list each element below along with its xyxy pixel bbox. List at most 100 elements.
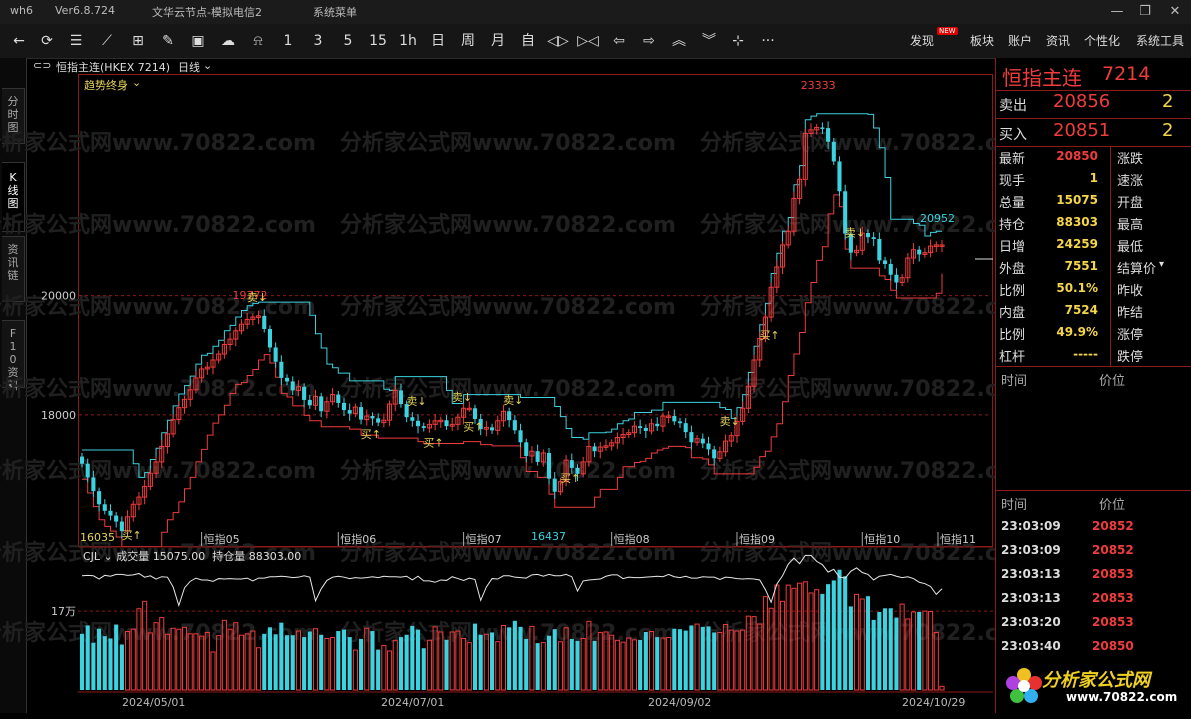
quote-row: 总量 15075 开盘 xyxy=(996,190,1191,212)
volume-bar xyxy=(284,635,290,690)
news-menu[interactable]: 资讯 xyxy=(1046,29,1070,53)
volume-bar xyxy=(535,643,540,690)
quote-row: 外盘 7551 结算价 ▾ xyxy=(996,256,1191,278)
month-label: 恒指05 xyxy=(204,532,240,546)
volume-bar xyxy=(694,623,700,691)
sell-signal: 卖↓ xyxy=(845,227,865,240)
candle-body xyxy=(535,451,540,462)
quote-row-label: 现手 xyxy=(999,174,1026,189)
start-label: 16035 xyxy=(80,531,115,544)
quote-panel: 恒指主连 7214 卖出 20856 2 买入 20851 2 最新 20850 涨… xyxy=(995,58,1191,713)
volume-bar xyxy=(381,644,387,691)
volume-bar xyxy=(466,642,472,691)
volume-bar xyxy=(557,641,563,691)
volume-bar xyxy=(262,633,267,690)
candle-body xyxy=(546,452,552,479)
candle-body xyxy=(917,249,922,255)
quote-row-label: 最新 xyxy=(999,152,1026,167)
volume-bar xyxy=(837,569,842,690)
quote-row-right-label: 速涨 xyxy=(1117,174,1144,189)
logo-text: 分析家公式网 xyxy=(1042,670,1150,691)
tick-time: 23:03:09 xyxy=(1001,519,1061,533)
tick-time: 23:03:13 xyxy=(1001,567,1061,581)
volume-bar xyxy=(79,633,85,690)
high-label: 23333 xyxy=(801,79,836,92)
oi-label: 持仓量 xyxy=(212,550,246,563)
price-col-header: 价位 xyxy=(1099,374,1126,389)
close-icon[interactable]: ✕ xyxy=(1164,2,1186,22)
sell-signal: 卖↓ xyxy=(503,394,523,407)
sub-indicator-name[interactable]: CJL xyxy=(83,550,100,563)
volume-bar xyxy=(267,627,272,690)
volume-bar xyxy=(256,647,262,691)
volume-label: 成交量 xyxy=(116,550,150,563)
volume-bar xyxy=(518,626,523,690)
quote-row-right-label: 涨停 xyxy=(1117,328,1144,343)
indicator-chevron-icon[interactable]: ⌄ xyxy=(132,76,141,89)
volume-bar xyxy=(575,640,580,690)
candle-body xyxy=(569,460,574,468)
candle-body xyxy=(643,427,648,431)
candle-body xyxy=(85,463,90,478)
volume-bar xyxy=(386,650,393,691)
quote-row-value: 88303 xyxy=(1056,215,1098,229)
volume-bar xyxy=(712,632,717,690)
volume-bar xyxy=(540,642,546,691)
tick-price: 20852 xyxy=(1092,543,1134,557)
ticks-price-header: 价位 xyxy=(1099,498,1126,513)
volume-bar xyxy=(569,638,574,690)
volume-bar xyxy=(108,638,113,690)
volume-bar xyxy=(643,631,648,690)
indicator-name[interactable]: 趋势终身 xyxy=(84,77,128,93)
volume-bar xyxy=(398,637,403,690)
volume-bar xyxy=(677,629,683,690)
volume-bar xyxy=(843,576,848,690)
quote-row-label: 总量 xyxy=(999,196,1026,211)
sub-chevron-icon[interactable]: ⌄ xyxy=(100,550,116,563)
candle-body xyxy=(712,449,717,459)
volume-bar xyxy=(114,624,119,690)
volume-bar xyxy=(546,635,552,690)
maximize-icon[interactable]: ❐ xyxy=(1134,2,1156,22)
candle-body xyxy=(871,237,876,239)
quote-row: 比例 49.9% 涨停 xyxy=(996,322,1191,344)
volume-bar xyxy=(939,685,945,691)
volume-bar xyxy=(689,625,694,690)
volume-bar xyxy=(410,625,415,690)
candle-body xyxy=(376,418,381,423)
volume-bar xyxy=(330,637,336,691)
candle-body xyxy=(894,274,899,283)
candle-body xyxy=(831,141,836,162)
quote-row-value: 15075 xyxy=(1056,193,1098,207)
volume-bar xyxy=(336,631,341,690)
kline-chart[interactable]: 分析家公式网www.70822.com 分析家公式网www.70822.com 分析… xyxy=(0,0,995,719)
date-label: 2024/07/01 xyxy=(381,696,444,709)
candle-body xyxy=(336,394,341,403)
quote-row-label: 杠杆 xyxy=(999,350,1026,365)
tick-price: 20852 xyxy=(1092,519,1134,533)
candle-body xyxy=(524,442,529,456)
minimize-icon[interactable]: — xyxy=(1106,2,1128,22)
personalize-menu[interactable]: 个性化 xyxy=(1084,29,1120,53)
candle-body xyxy=(273,347,278,362)
volume-bar xyxy=(512,620,517,690)
watermark-text: 分析家公式网www.70822.com xyxy=(0,212,316,238)
candle-body xyxy=(370,416,375,419)
system-tools-menu[interactable]: 系统工具 xyxy=(1136,29,1184,53)
settle-dropdown-icon[interactable]: ▾ xyxy=(1159,259,1164,270)
tick-row: 23:03:13 20853 xyxy=(996,586,1191,610)
logo-url: www.70822.com xyxy=(1066,690,1178,704)
quote-row-right-label: 最低 xyxy=(1117,240,1144,255)
candle-body xyxy=(826,128,831,142)
tick-price: 20853 xyxy=(1092,567,1134,581)
volume-bar xyxy=(507,627,512,690)
tick-time: 23:03:13 xyxy=(1001,591,1061,605)
quote-row-right-label: 涨跌 xyxy=(1117,152,1144,167)
month-label: 恒指08 xyxy=(614,532,650,546)
buy-signal: 买↑ xyxy=(122,529,142,542)
quote-row-right-label: 开盘 xyxy=(1117,196,1144,211)
volume-bar xyxy=(97,628,102,690)
volume-bar xyxy=(831,580,836,690)
account-menu[interactable]: 账户 xyxy=(1008,29,1032,53)
candle-body xyxy=(677,421,683,424)
